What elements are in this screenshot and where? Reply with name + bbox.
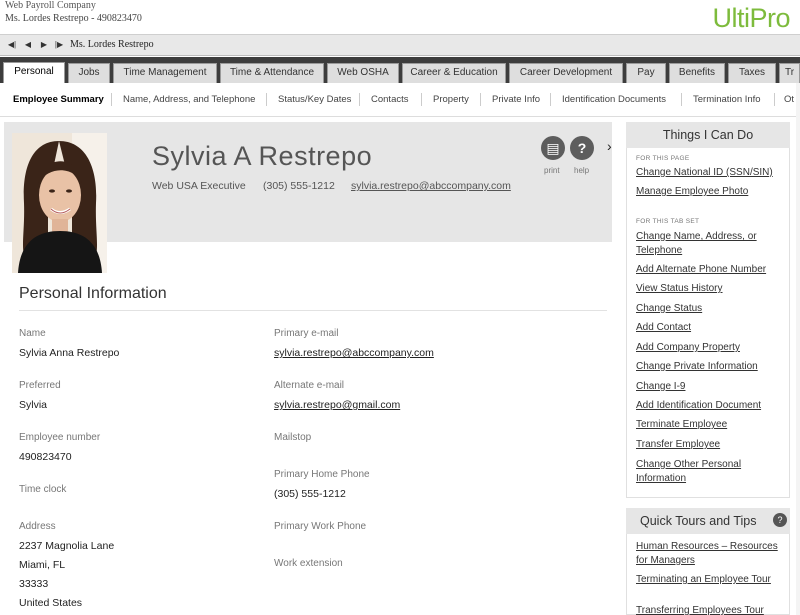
name-value: Sylvia Anna Restrepo bbox=[19, 347, 120, 359]
tab-benefits[interactable]: Benefits bbox=[669, 63, 725, 83]
address-line-2: Miami, FL bbox=[19, 559, 66, 571]
link-hr-resources-for-managers[interactable]: Human Resources – Resources for Managers bbox=[636, 540, 788, 568]
link-transferring-employees-tour[interactable]: Transferring Employees Tour bbox=[636, 604, 788, 615]
primary-email-link[interactable]: sylvia.restrepo@abccompany.com bbox=[274, 347, 434, 359]
link-change-name-address-telephone[interactable]: Change Name, Address, or Telephone bbox=[636, 230, 788, 258]
link-add-identification-document[interactable]: Add Identification Document bbox=[636, 399, 788, 413]
link-add-alternate-phone[interactable]: Add Alternate Phone Number bbox=[636, 263, 788, 277]
personal-information-title: Personal Information bbox=[19, 285, 167, 302]
alternate-email-label: Alternate e-mail bbox=[274, 380, 345, 391]
help-icon[interactable]: ? bbox=[570, 136, 594, 160]
record-name: Ms. Lordes Restrepo bbox=[70, 39, 154, 50]
quick-tours-help-icon[interactable]: ? bbox=[773, 513, 787, 527]
section-divider bbox=[19, 310, 607, 311]
link-view-status-history[interactable]: View Status History bbox=[636, 282, 788, 296]
subnav-divider bbox=[681, 93, 682, 106]
work-extension-label: Work extension bbox=[274, 558, 343, 569]
scrollbar[interactable] bbox=[796, 83, 800, 615]
link-change-national-id[interactable]: Change National ID (SSN/SIN) bbox=[636, 166, 788, 180]
link-terminate-employee[interactable]: Terminate Employee bbox=[636, 418, 788, 432]
employee-phone: (305) 555-1212 bbox=[263, 180, 335, 192]
print-label: print bbox=[544, 166, 560, 175]
preferred-value: Sylvia bbox=[19, 399, 48, 411]
sub-navigation: Employee Summary Name, Address, and Tele… bbox=[0, 83, 800, 117]
address-line-1: 2237 Magnolia Lane bbox=[19, 540, 115, 552]
next-record-icon[interactable]: ▶ bbox=[38, 39, 50, 51]
record-navigation-bar: ◀| ◀ ▶ |▶ Ms. Lordes Restrepo bbox=[0, 34, 800, 56]
tab-time-attendance[interactable]: Time & Attendance bbox=[220, 63, 324, 83]
subnav-divider bbox=[550, 93, 551, 106]
subnav-divider bbox=[266, 93, 267, 106]
company-name: Web Payroll Company bbox=[5, 0, 96, 11]
name-label: Name bbox=[19, 328, 46, 339]
address-line-3: 33333 bbox=[19, 578, 49, 590]
subnav-private-info[interactable]: Private Info bbox=[492, 94, 540, 105]
logged-employee-line: Ms. Lordes Restrepo - 490823470 bbox=[5, 13, 142, 24]
subnav-termination-info[interactable]: Termination Info bbox=[693, 94, 761, 105]
primary-home-phone-label: Primary Home Phone bbox=[274, 469, 370, 480]
primary-home-phone-value: (305) 555-1212 bbox=[274, 488, 346, 500]
chevron-right-icon[interactable]: › bbox=[607, 138, 612, 154]
subnav-identification-documents[interactable]: Identification Documents bbox=[562, 94, 666, 105]
tab-taxes[interactable]: Taxes bbox=[728, 63, 776, 83]
link-transfer-employee[interactable]: Transfer Employee bbox=[636, 438, 788, 452]
subnav-divider bbox=[480, 93, 481, 106]
link-change-other-personal-information[interactable]: Change Other Personal Information bbox=[636, 458, 788, 486]
link-add-company-property[interactable]: Add Company Property bbox=[636, 341, 788, 355]
subnav-property[interactable]: Property bbox=[433, 94, 469, 105]
tab-more[interactable]: Tr bbox=[779, 63, 800, 83]
primary-email-label: Primary e-mail bbox=[274, 328, 339, 339]
subnav-status-key-dates[interactable]: Status/Key Dates bbox=[278, 94, 351, 105]
quick-tours-title: Quick Tours and Tips bbox=[626, 508, 790, 534]
tab-pay[interactable]: Pay bbox=[626, 63, 666, 83]
subnav-other[interactable]: Ot bbox=[784, 94, 794, 105]
things-i-can-do-title: Things I Can Do bbox=[626, 122, 790, 148]
time-clock-label: Time clock bbox=[19, 484, 67, 495]
employee-photo bbox=[12, 133, 107, 273]
link-change-private-information[interactable]: Change Private Information bbox=[636, 360, 788, 374]
alternate-email-link[interactable]: sylvia.restrepo@gmail.com bbox=[274, 399, 400, 411]
link-terminating-employee-tour[interactable]: Terminating an Employee Tour bbox=[636, 573, 788, 587]
subnav-name-address-telephone[interactable]: Name, Address, and Telephone bbox=[123, 94, 255, 105]
last-record-icon[interactable]: |▶ bbox=[53, 39, 65, 51]
tab-personal[interactable]: Personal bbox=[3, 62, 65, 83]
tab-career-development[interactable]: Career Development bbox=[509, 63, 623, 83]
employee-number-value: 490823470 bbox=[19, 451, 72, 463]
first-record-icon[interactable]: ◀| bbox=[6, 39, 18, 51]
tab-web-osha[interactable]: Web OSHA bbox=[327, 63, 399, 83]
for-this-tab-set-caption: FOR THIS TAB SET bbox=[636, 218, 700, 225]
subnav-employee-summary[interactable]: Employee Summary bbox=[13, 94, 104, 105]
address-label: Address bbox=[19, 521, 56, 532]
subnav-divider bbox=[421, 93, 422, 106]
primary-work-phone-label: Primary Work Phone bbox=[274, 521, 367, 532]
subnav-divider bbox=[774, 93, 775, 106]
link-change-i9[interactable]: Change I-9 bbox=[636, 380, 788, 394]
tab-time-management[interactable]: Time Management bbox=[113, 63, 217, 83]
help-label: help bbox=[574, 166, 590, 175]
preferred-label: Preferred bbox=[19, 380, 61, 391]
address-line-4: United States bbox=[19, 597, 83, 609]
subnav-contacts[interactable]: Contacts bbox=[371, 94, 409, 105]
for-this-page-caption: FOR THIS PAGE bbox=[636, 155, 690, 162]
employee-email-link[interactable]: sylvia.restrepo@abccompany.com bbox=[351, 180, 511, 192]
link-change-status[interactable]: Change Status bbox=[636, 302, 788, 316]
employee-name-heading: Sylvia A Restrepo bbox=[152, 141, 373, 171]
ultipro-logo: UltiPro bbox=[712, 3, 790, 33]
link-add-contact[interactable]: Add Contact bbox=[636, 321, 788, 335]
main-tab-bar: Personal Jobs Time Management Time & Att… bbox=[0, 57, 800, 83]
mailstop-label: Mailstop bbox=[274, 432, 312, 443]
employee-number-label: Employee number bbox=[19, 432, 101, 443]
app-header: Web Payroll Company Ms. Lordes Restrepo … bbox=[0, 0, 800, 34]
tab-career-education[interactable]: Career & Education bbox=[402, 63, 506, 83]
tab-jobs[interactable]: Jobs bbox=[68, 63, 110, 83]
employee-job-title: Web USA Executive bbox=[152, 180, 246, 192]
employee-photo-image bbox=[12, 133, 107, 273]
previous-record-icon[interactable]: ◀ bbox=[22, 39, 34, 51]
subnav-divider bbox=[111, 93, 112, 106]
print-icon[interactable]: ▤ bbox=[541, 136, 565, 160]
link-manage-employee-photo[interactable]: Manage Employee Photo bbox=[636, 185, 788, 199]
subnav-divider bbox=[359, 93, 360, 106]
